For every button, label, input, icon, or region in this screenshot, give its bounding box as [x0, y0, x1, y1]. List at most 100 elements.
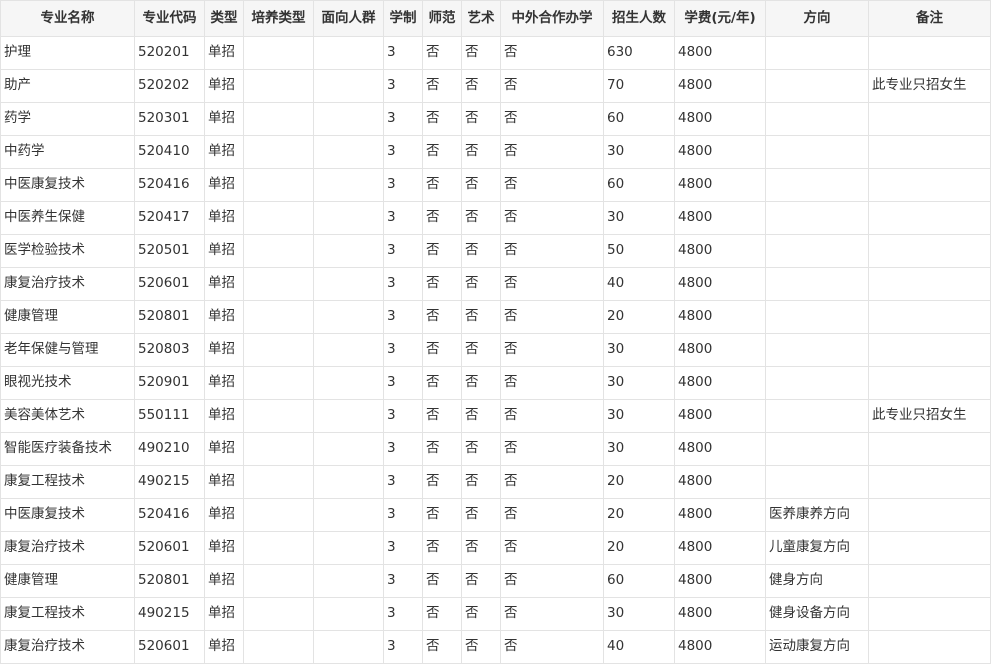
- cell-teacher-training: 否: [422, 366, 462, 400]
- cell-enrollment-count: 60: [603, 564, 675, 598]
- table-row: 康复治疗技术 520601 单招 3 否否否 40 4800: [0, 267, 991, 301]
- cell-tuition: 4800: [674, 465, 766, 499]
- cell-art: 否: [461, 201, 501, 235]
- cell-type: 单招: [204, 399, 244, 433]
- cell-remark: [868, 234, 991, 268]
- cell-teacher-training: 否: [422, 300, 462, 334]
- cell-art: 否: [461, 69, 501, 103]
- cell-teacher-training: 否: [422, 234, 462, 268]
- enrollment-table: 专业名称 专业代码 类型 培养类型 面向人群 学制 师范 艺术 中外合作办学 招生人数 学费(元/年…: [0, 0, 991, 664]
- cell-major-code: 520410: [134, 135, 205, 169]
- cell-teacher-training: 否: [422, 333, 462, 367]
- header-row: 专业名称 专业代码 类型 培养类型 面向人群 学制 师范 艺术 中外合作办学 招生人数 学费(元/年…: [0, 0, 991, 37]
- cell-type: 单招: [204, 564, 244, 598]
- cell-target-group: [313, 531, 384, 565]
- column-header-teacher-training: 师范: [422, 0, 462, 37]
- cell-remark: [868, 630, 991, 664]
- cell-teacher-training: 否: [422, 69, 462, 103]
- cell-training-type: [243, 498, 314, 532]
- cell-art: 否: [461, 432, 501, 466]
- cell-enrollment-count: 60: [603, 168, 675, 202]
- cell-teacher-training: 否: [422, 564, 462, 598]
- cell-duration: 3: [383, 531, 423, 565]
- cell-art: 否: [461, 498, 501, 532]
- table-body: 护理 520201 单招 3 否否否 630 4800 助产 520202 单招 3 否否否 70 480…: [0, 36, 991, 664]
- column-header-target-group: 面向人群: [313, 0, 384, 37]
- cell-sino-foreign: 否: [500, 135, 604, 169]
- cell-enrollment-count: 40: [603, 630, 675, 664]
- cell-art: 否: [461, 630, 501, 664]
- cell-sino-foreign: 否: [500, 168, 604, 202]
- cell-major-code: 490215: [134, 465, 205, 499]
- cell-art: 否: [461, 168, 501, 202]
- cell-major-code: 520803: [134, 333, 205, 367]
- cell-teacher-training: 否: [422, 36, 462, 70]
- cell-teacher-training: 否: [422, 102, 462, 136]
- cell-type: 单招: [204, 300, 244, 334]
- cell-art: 否: [461, 597, 501, 631]
- column-header-enrollment-count: 招生人数: [603, 0, 675, 37]
- cell-duration: 3: [383, 300, 423, 334]
- cell-sino-foreign: 否: [500, 564, 604, 598]
- table-row: 助产 520202 单招 3 否否否 70 4800 此专业只招女生: [0, 69, 991, 103]
- cell-tuition: 4800: [674, 69, 766, 103]
- cell-enrollment-count: 60: [603, 102, 675, 136]
- cell-direction: [765, 399, 869, 433]
- cell-major-code: 520901: [134, 366, 205, 400]
- cell-type: 单招: [204, 168, 244, 202]
- cell-art: 否: [461, 36, 501, 70]
- cell-training-type: [243, 135, 314, 169]
- cell-art: 否: [461, 333, 501, 367]
- cell-sino-foreign: 否: [500, 333, 604, 367]
- table-row: 健康管理 520801 单招 3 否否否 60 4800 健身方向: [0, 564, 991, 598]
- cell-sino-foreign: 否: [500, 300, 604, 334]
- cell-remark: [868, 597, 991, 631]
- cell-remark: [868, 366, 991, 400]
- cell-target-group: [313, 333, 384, 367]
- table-row: 中医康复技术 520416 单招 3 否否否 60 4800: [0, 168, 991, 202]
- cell-enrollment-count: 20: [603, 498, 675, 532]
- cell-art: 否: [461, 399, 501, 433]
- cell-target-group: [313, 498, 384, 532]
- cell-type: 单招: [204, 366, 244, 400]
- cell-tuition: 4800: [674, 36, 766, 70]
- cell-enrollment-count: 30: [603, 366, 675, 400]
- cell-type: 单招: [204, 234, 244, 268]
- cell-direction: [765, 135, 869, 169]
- cell-major-code: 520416: [134, 168, 205, 202]
- cell-direction: 医养康养方向: [765, 498, 869, 532]
- cell-teacher-training: 否: [422, 168, 462, 202]
- cell-direction: [765, 465, 869, 499]
- cell-training-type: [243, 432, 314, 466]
- cell-direction: [765, 69, 869, 103]
- cell-direction: [765, 102, 869, 136]
- cell-sino-foreign: 否: [500, 69, 604, 103]
- cell-tuition: 4800: [674, 201, 766, 235]
- cell-major-code: 550111: [134, 399, 205, 433]
- table-row: 中医康复技术 520416 单招 3 否否否 20 4800 医养康养方向: [0, 498, 991, 532]
- table-header: 专业名称 专业代码 类型 培养类型 面向人群 学制 师范 艺术 中外合作办学 招生人数 学费(元/年…: [0, 0, 991, 37]
- cell-tuition: 4800: [674, 234, 766, 268]
- cell-duration: 3: [383, 135, 423, 169]
- cell-training-type: [243, 201, 314, 235]
- cell-enrollment-count: 30: [603, 333, 675, 367]
- cell-training-type: [243, 300, 314, 334]
- cell-training-type: [243, 531, 314, 565]
- cell-direction: [765, 366, 869, 400]
- cell-enrollment-count: 40: [603, 267, 675, 301]
- cell-type: 单招: [204, 432, 244, 466]
- cell-enrollment-count: 50: [603, 234, 675, 268]
- cell-major-name: 中药学: [0, 135, 135, 169]
- cell-art: 否: [461, 366, 501, 400]
- cell-target-group: [313, 300, 384, 334]
- cell-training-type: [243, 36, 314, 70]
- cell-direction: [765, 234, 869, 268]
- cell-training-type: [243, 234, 314, 268]
- cell-type: 单招: [204, 36, 244, 70]
- cell-tuition: 4800: [674, 333, 766, 367]
- cell-sino-foreign: 否: [500, 597, 604, 631]
- cell-teacher-training: 否: [422, 597, 462, 631]
- cell-major-name: 眼视光技术: [0, 366, 135, 400]
- cell-target-group: [313, 267, 384, 301]
- cell-duration: 3: [383, 465, 423, 499]
